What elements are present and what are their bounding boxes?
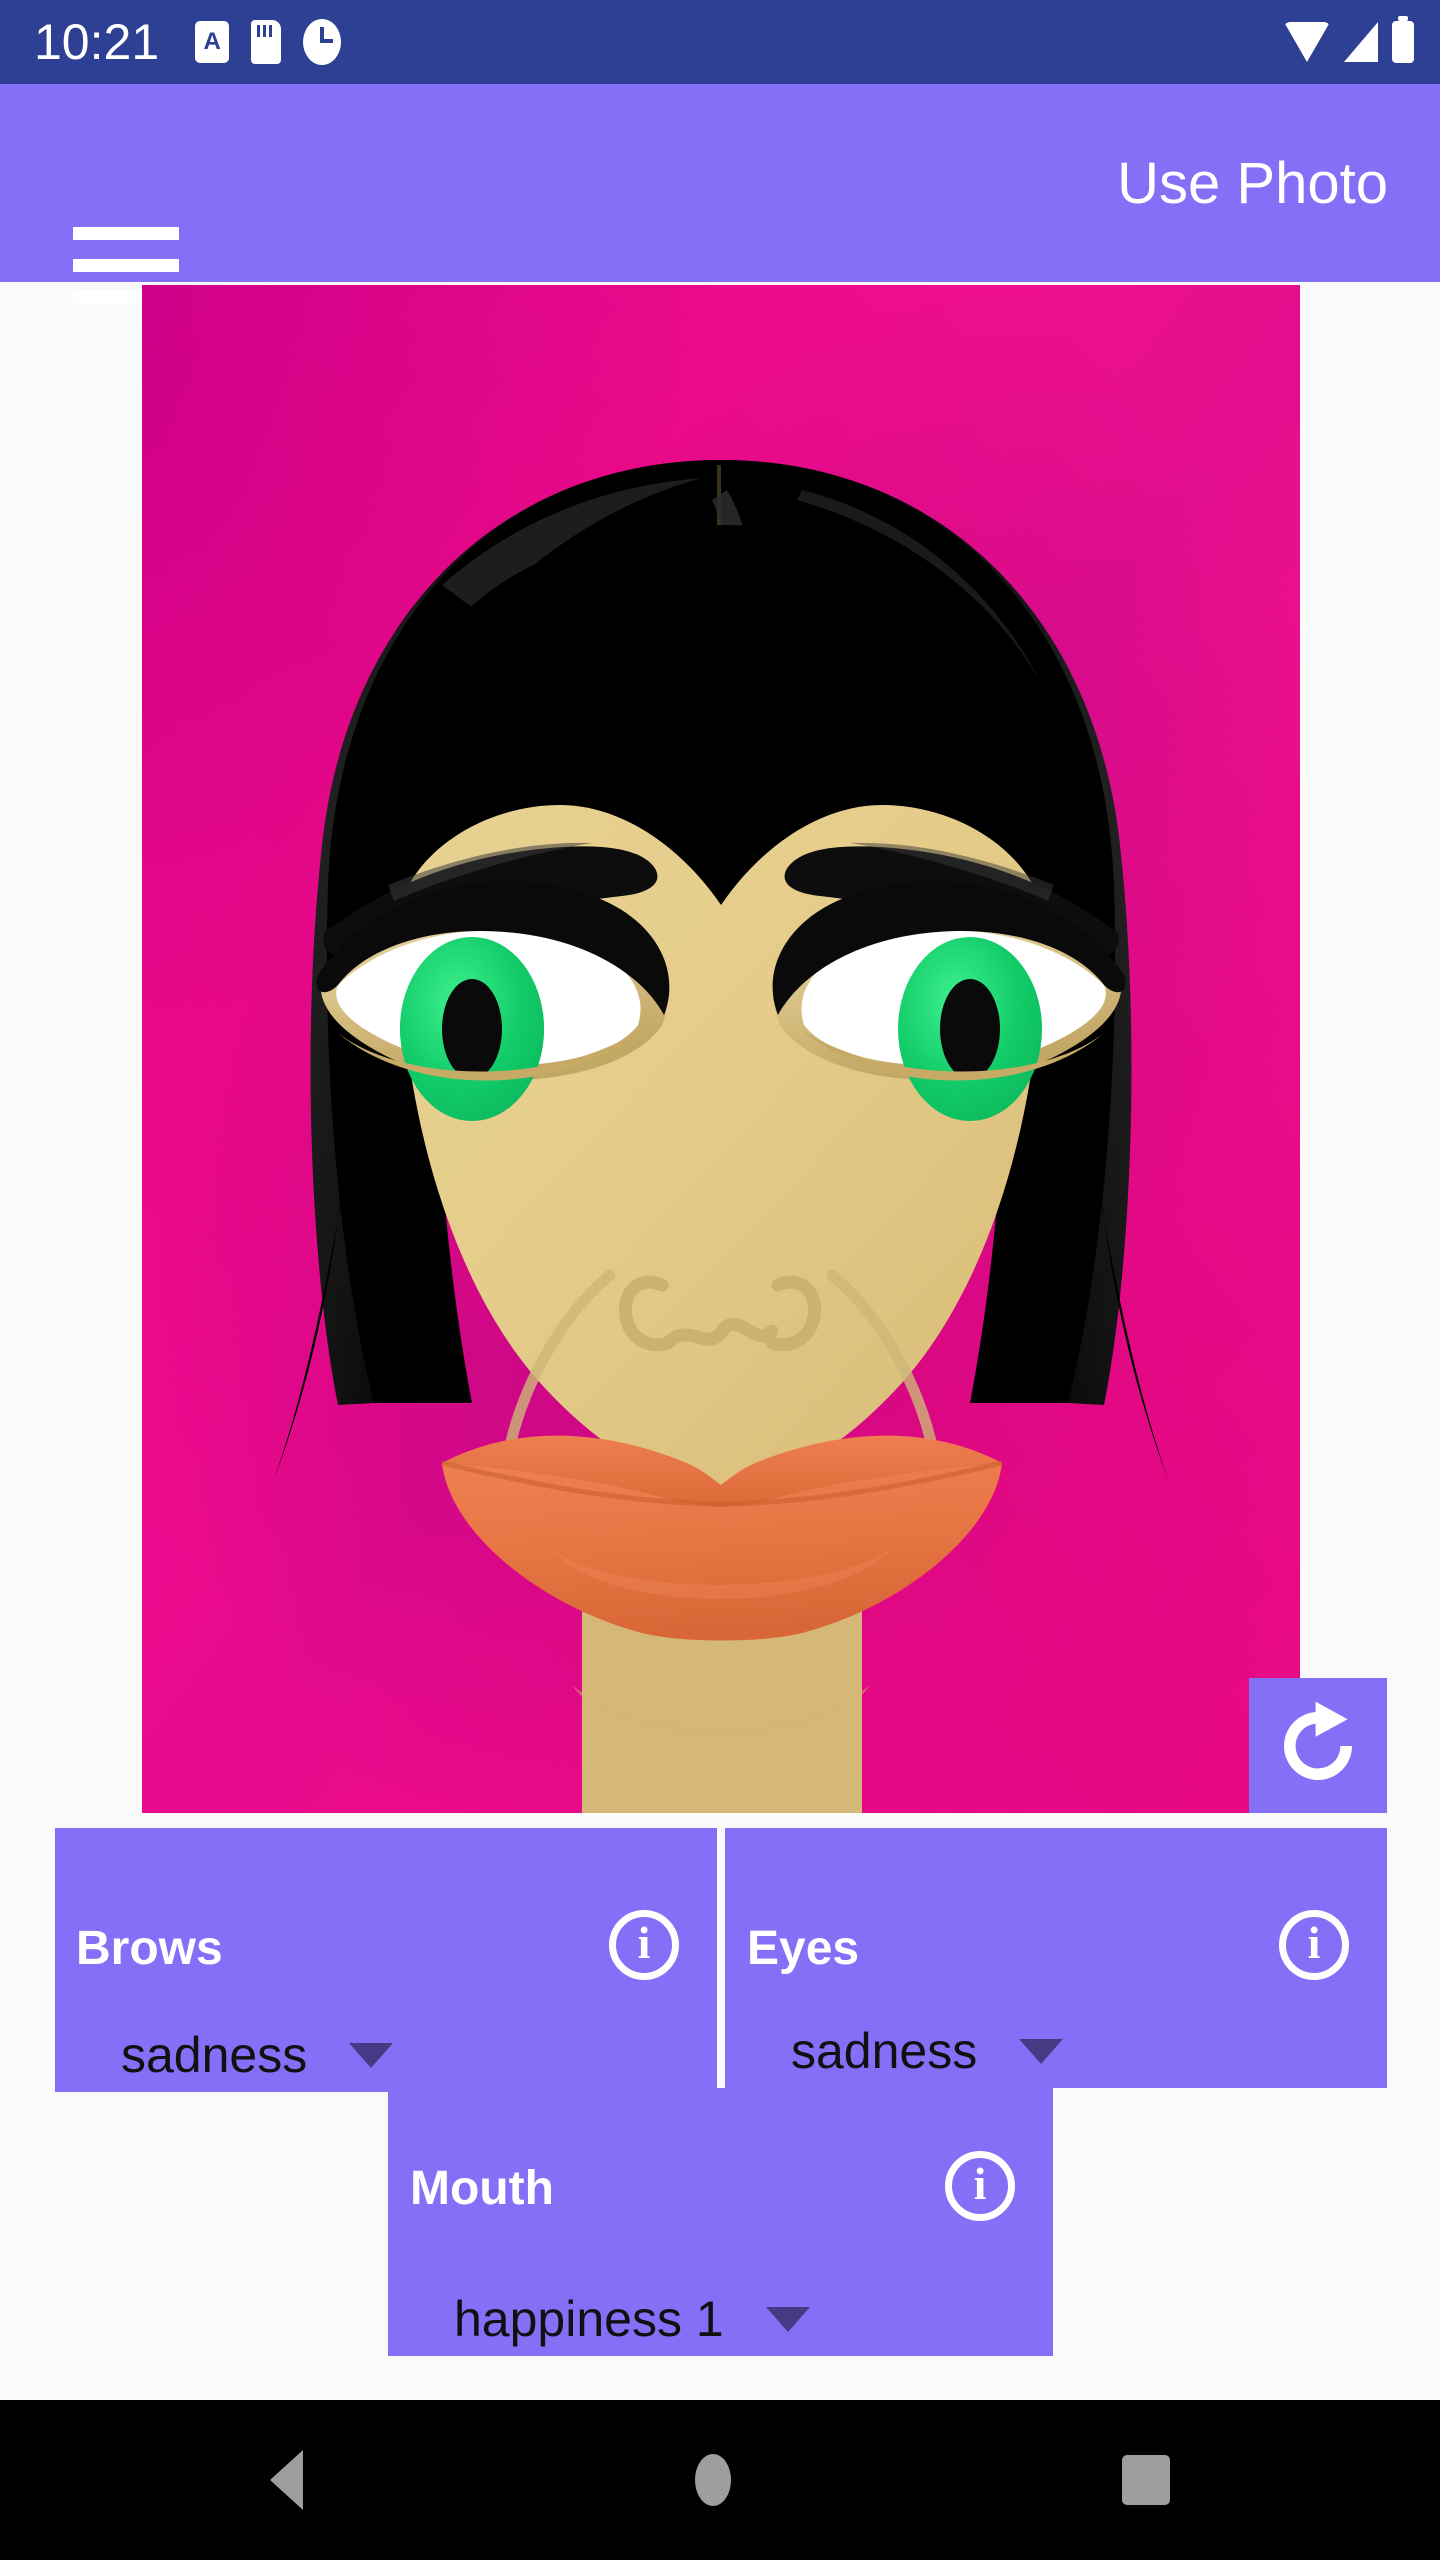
card-title-eyes: Eyes <box>747 1922 860 1975</box>
mouth-dropdown[interactable]: happiness 1 <box>454 2290 810 2348</box>
hamburger-bar <box>73 227 179 240</box>
use-photo-button[interactable]: Use Photo <box>1117 84 1388 282</box>
android-nav-bar <box>0 2400 1440 2560</box>
card-title-mouth: Mouth <box>410 2162 554 2215</box>
app-bar: Use Photo <box>0 84 1440 303</box>
info-glyph: i <box>1307 1917 1321 1968</box>
cellular-signal-icon <box>1344 22 1378 62</box>
avatar-photo-canvas[interactable] <box>142 285 1300 1813</box>
wifi-icon <box>1284 22 1330 62</box>
info-glyph: i <box>973 2158 987 2209</box>
refresh-icon <box>1284 1701 1352 1780</box>
chevron-down-icon <box>1019 2038 1064 2064</box>
info-icon[interactable]: i <box>1279 1910 1349 1980</box>
info-icon[interactable]: i <box>609 1910 679 1980</box>
chevron-down-icon <box>765 2306 810 2332</box>
eyes-dropdown[interactable]: sadness <box>791 2022 1064 2080</box>
refresh-button[interactable] <box>1249 1678 1387 1813</box>
hamburger-bar <box>73 258 179 272</box>
alarm-clock-icon <box>303 19 342 65</box>
circle-home-icon[interactable] <box>694 2454 731 2506</box>
status-bar: 10:21 A <box>0 0 1440 84</box>
chevron-down-icon <box>349 2042 394 2068</box>
control-card-brows[interactable]: Brows i sadness <box>55 1828 717 2092</box>
brows-dropdown[interactable]: sadness <box>121 2026 394 2084</box>
phone-screen: 10:21 A Use Photo Brows i sadness Eyes i… <box>0 0 1440 2560</box>
status-bar-system-icons <box>1284 0 1414 84</box>
sd-card-icon <box>251 20 282 64</box>
card-title-brows: Brows <box>76 1922 223 1975</box>
info-glyph: i <box>637 1917 651 1968</box>
square-recents-icon[interactable] <box>1122 2455 1170 2505</box>
eyes-selected-value: sadness <box>791 2023 978 2079</box>
info-icon[interactable]: i <box>945 2151 1015 2221</box>
status-bar-notification-icons: A <box>195 19 342 65</box>
brows-selected-value: sadness <box>121 2027 308 2083</box>
status-bar-clock: 10:21 <box>34 14 160 70</box>
a-badge-icon: A <box>195 21 230 63</box>
control-card-eyes[interactable]: Eyes i sadness <box>725 1828 1387 2088</box>
battery-icon <box>1392 16 1414 63</box>
control-card-mouth[interactable]: Mouth i happiness 1 <box>388 2088 1053 2356</box>
triangle-back-icon[interactable] <box>270 2450 303 2510</box>
mouth-selected-value: happiness 1 <box>454 2291 724 2347</box>
